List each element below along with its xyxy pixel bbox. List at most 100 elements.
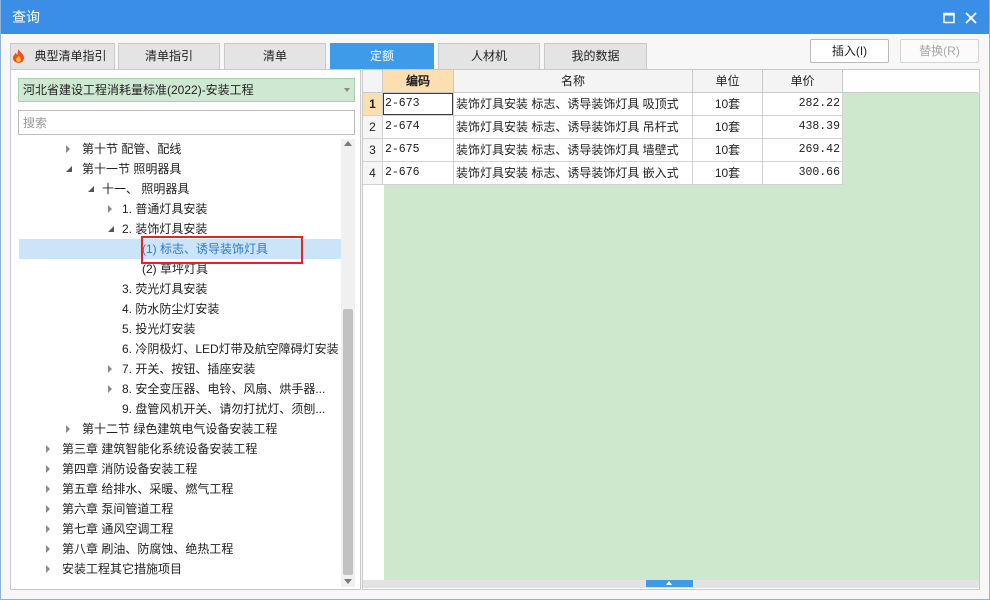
expand-arrow-icon[interactable] [66,145,70,153]
tab-typical-list-guide[interactable]: 典型清单指引 [10,43,115,69]
tab-label: 定额 [369,49,394,63]
maximize-icon[interactable] [941,10,957,26]
close-icon[interactable] [963,10,979,26]
tab-labor-material-machine[interactable]: 人材机 [438,43,540,69]
tree-item[interactable]: 1. 普通灯具安装 [19,199,341,219]
search-input[interactable] [18,110,355,135]
insert-button[interactable]: 插入(I) [810,39,889,63]
category-tree: 第十节 配管、配线 第十一节 照明器具 十一、 照明器具 1. 普通灯具安装 2… [19,139,341,586]
cell-name[interactable]: 装饰灯具安装 标志、诱导装饰灯具 嵌入式 [454,162,693,185]
cell-code[interactable]: 2-673 [383,93,454,116]
expand-arrow-icon[interactable] [46,485,50,493]
expand-arrow-icon[interactable] [46,525,50,533]
expand-arrow-icon[interactable] [108,385,112,393]
tree-item[interactable]: 第十节 配管、配线 [19,139,341,159]
tab-quota[interactable]: 定额 [330,43,434,69]
cell-name[interactable]: 装饰灯具安装 标志、诱导装饰灯具 墙壁式 [454,139,693,162]
cell-price[interactable]: 438.39 [763,116,843,139]
expand-arrow-icon[interactable] [66,425,70,433]
expand-arrow-icon[interactable] [108,205,112,213]
table-row[interactable]: 3 2-675 装饰灯具安装 标志、诱导装饰灯具 墙壁式 10套 269.42 [363,139,843,162]
tree-item-label: 4. 防水防尘灯安装 [122,302,220,316]
tree-item[interactable]: 第十一节 照明器具 [19,159,341,179]
tree-item-label: 第五章 给排水、采暖、燃气工程 [62,482,234,496]
tree-item[interactable]: 第三章 建筑智能化系统设备安装工程 [19,439,341,459]
tree-item[interactable]: 4. 防水防尘灯安装 [19,299,341,319]
cell-unit[interactable]: 10套 [693,162,763,185]
tree-item[interactable]: 第七章 通风空调工程 [19,519,341,539]
collapse-arrow-icon[interactable] [66,166,72,172]
column-header-price[interactable]: 单价 [763,70,843,93]
tree-item-label: 第十二节 绿色建筑电气设备安装工程 [82,422,278,436]
chevron-up-icon[interactable] [666,581,672,585]
column-header-code[interactable]: 编码 [383,70,454,93]
expand-arrow-icon[interactable] [46,505,50,513]
tree-item[interactable]: 7. 开关、按钮、插座安装 [19,359,341,379]
tab-label: 清单指引 [144,49,193,63]
cell-price[interactable]: 300.66 [763,162,843,185]
tree-item-label: 8. 安全变压器、电铃、风扇、烘手器... [122,382,326,396]
flame-icon [13,49,24,63]
tab-bill[interactable]: 清单 [224,43,326,69]
table-row[interactable]: 1 2-673 装饰灯具安装 标志、诱导装饰灯具 吸顶式 10套 282.22 [363,93,843,116]
title-bar[interactable] [0,0,990,34]
collapse-arrow-icon[interactable] [108,226,114,232]
tree-item[interactable]: 第六章 泵间管道工程 [19,499,341,519]
table-row[interactable]: 2 2-674 装饰灯具安装 标志、诱导装饰灯具 吊杆式 10套 438.39 [363,116,843,139]
row-number-header [363,70,383,93]
tab-label: 我的数据 [571,49,620,63]
highlight-annotation-box [141,236,303,264]
tree-item[interactable]: 安装工程其它措施项目 [19,559,341,579]
table-row[interactable]: 4 2-676 装饰灯具安装 标志、诱导装饰灯具 嵌入式 10套 300.66 [363,162,843,185]
row-number[interactable]: 3 [363,139,383,162]
cell-code[interactable]: 2-676 [383,162,454,185]
scrollbar-thumb[interactable] [343,309,353,575]
cell-price[interactable]: 282.22 [763,93,843,116]
row-number[interactable]: 1 [363,93,383,116]
cell-unit[interactable]: 10套 [693,116,763,139]
tree-item[interactable]: 6. 冷阴极灯、LED灯带及航空障碍灯安装 [19,339,341,359]
cell-price[interactable]: 269.42 [763,139,843,162]
expand-arrow-icon[interactable] [46,445,50,453]
collapse-arrow-icon[interactable] [88,186,94,192]
cell-unit[interactable]: 10套 [693,139,763,162]
row-number[interactable]: 2 [363,116,383,139]
tree-item[interactable]: 3. 荧光灯具安装 [19,279,341,299]
expand-arrow-icon[interactable] [108,365,112,373]
tree-item[interactable]: 9. 盘管风机开关、请勿打扰灯、须刨... [19,399,341,419]
tab-my-data[interactable]: 我的数据 [544,43,647,69]
cell-name[interactable]: 装饰灯具安装 标志、诱导装饰灯具 吊杆式 [454,116,693,139]
tree-item[interactable]: 5. 投光灯安装 [19,319,341,339]
row-number[interactable]: 4 [363,162,383,185]
column-header-unit[interactable]: 单位 [693,70,763,93]
tree-item[interactable]: 第五章 给排水、采暖、燃气工程 [19,479,341,499]
replace-button[interactable]: 替换(R) [900,39,979,63]
tree-item[interactable]: 第十二节 绿色建筑电气设备安装工程 [19,419,341,439]
expand-arrow-icon[interactable] [46,465,50,473]
tree-item[interactable]: 第八章 刷油、防腐蚀、绝热工程 [19,539,341,559]
tree-item-label: 5. 投光灯安装 [122,322,196,336]
tree-item-label: 第四章 消防设备安装工程 [62,462,198,476]
table-header: 编码 名称 单位 单价 [363,70,978,93]
cell-unit[interactable]: 10套 [693,93,763,116]
tree-item[interactable]: 十一、 照明器具 [19,179,341,199]
tree-item-label: 十一、 照明器具 [102,182,190,196]
cell-code[interactable]: 2-674 [383,116,454,139]
expand-arrow-icon[interactable] [46,545,50,553]
tab-label: 典型清单指引 [34,49,107,63]
tree-item-label: 第十节 配管、配线 [82,142,182,156]
tab-list-guide[interactable]: 清单指引 [118,43,220,69]
expand-arrow-icon[interactable] [46,565,50,573]
scroll-down-arrow-icon[interactable] [344,579,352,584]
tree-item[interactable]: 第四章 消防设备安装工程 [19,459,341,479]
cell-code[interactable]: 2-675 [383,139,454,162]
tree-item-label: 6. 冷阴极灯、LED灯带及航空障碍灯安装 [122,342,339,356]
chevron-down-icon[interactable] [344,88,350,92]
column-header-name[interactable]: 名称 [454,70,693,93]
scroll-up-arrow-icon[interactable] [344,141,352,146]
window-title: 查询 [12,9,40,25]
tree-item-label: 7. 开关、按钮、插座安装 [122,362,256,376]
tree-item[interactable]: 8. 安全变压器、电铃、风扇、烘手器... [19,379,341,399]
library-select[interactable]: 河北省建设工程消耗量标准(2022)-安装工程 [18,78,355,102]
cell-name[interactable]: 装饰灯具安装 标志、诱导装饰灯具 吸顶式 [454,93,693,116]
